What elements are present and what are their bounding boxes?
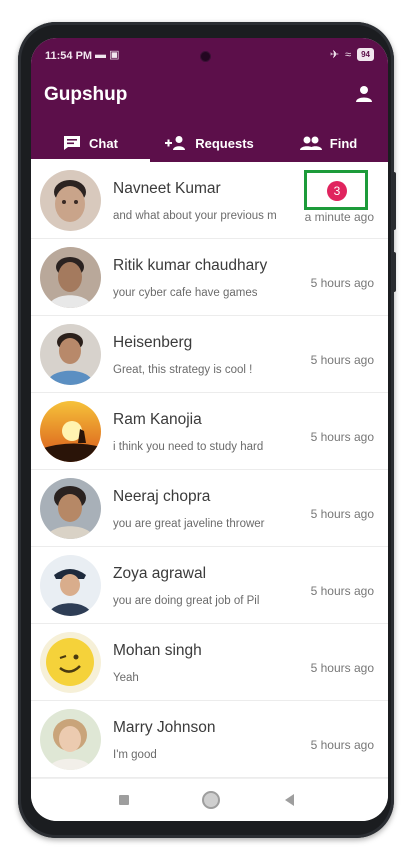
add-person-icon [165,136,186,150]
airplane-icon: ✈ [329,49,340,61]
avatar [40,632,101,693]
tab-requests-label: Requests [195,135,254,151]
chat-time: 5 hours ago [310,661,374,675]
chat-name: Zoya agrawal [113,565,207,582]
camera-cutout [200,51,211,62]
back-button[interactable] [285,794,294,806]
chat-name: Ritik kumar chaudhary [113,257,268,274]
avatar [40,478,101,539]
notification-icons: ▬ ▣ [95,48,119,61]
status-time: 11:54 PM [45,50,93,62]
chat-time: 5 hours ago [310,276,374,290]
avatar [40,709,101,770]
people-icon [299,136,322,150]
tab-find[interactable]: Find [269,124,388,162]
system-nav-bar [31,778,388,821]
chat-last-message: I'm good [113,749,157,761]
status-bar: 11:54 PM ▬ ▣ ✈ ≈ 94 [31,38,388,74]
avatar [40,247,101,308]
chat-row[interactable]: Navneet Kumar and what about your previo… [31,162,388,239]
highlight-box: 3 [304,170,368,210]
chat-name: Ram Kanojia [113,411,202,428]
battery-icon: 94 [357,48,374,61]
avatar [40,170,101,231]
screen: 11:54 PM ▬ ▣ ✈ ≈ 94 Gupshup Chat Request… [31,38,388,821]
power-button [392,252,396,292]
chat-notification-icon: ▣ [109,49,120,61]
chat-name: Marry Johnson [113,719,216,736]
chat-row[interactable]: Heisenberg Great, this strategy is cool … [31,316,388,393]
tab-find-label: Find [329,135,358,151]
chat-time: 5 hours ago [310,353,374,367]
app-bar: 11:54 PM ▬ ▣ ✈ ≈ 94 Gupshup Chat Request… [31,38,388,162]
chat-time: 5 hours ago [310,430,374,444]
chat-last-message: i think you need to study hard [113,441,264,453]
message-notification-icon: ▬ [95,49,106,61]
chat-name: Mohan singh [113,642,202,659]
chat-last-message: you are doing great job of Pil [113,595,260,607]
tab-requests[interactable]: Requests [150,124,269,162]
chat-icon [64,136,81,150]
wifi-icon: ≈ [345,48,352,61]
chat-last-message: and what about your previous m [113,210,277,222]
chat-row[interactable]: Zoya agrawal you are doing great job of … [31,547,388,624]
chat-row[interactable]: Mohan singh Yeah 5 hours ago [31,624,388,701]
status-right: ✈ ≈ 94 [330,48,374,61]
tab-chat-label: Chat [89,135,118,151]
chat-name: Navneet Kumar [113,180,221,197]
volume-button [392,172,396,230]
chat-time: 5 hours ago [310,738,374,752]
unread-badge: 3 [327,181,347,201]
chat-time: 5 hours ago [310,507,374,521]
tab-chat[interactable]: Chat [31,124,150,162]
chat-row[interactable]: Ritik kumar chaudhary your cyber cafe ha… [31,239,388,316]
chat-last-message: your cyber cafe have games [113,287,258,299]
avatar [40,324,101,385]
chat-time: a minute ago [302,210,374,224]
chat-last-message: Great, this strategy is cool ! [113,364,253,376]
app-title: Gupshup [44,84,128,105]
chat-time: 5 hours ago [310,584,374,598]
avatar [40,555,101,616]
chat-last-message: you are great javeline thrower [113,518,265,530]
chat-row[interactable]: Marry Johnson I'm good 5 hours ago [31,701,388,778]
chat-row[interactable]: Ram Kanojia i think you need to study ha… [31,393,388,470]
chat-row[interactable]: Neeraj chopra you are great javeline thr… [31,470,388,547]
chat-last-message: Yeah [113,672,139,684]
avatar [40,401,101,462]
tab-bar: Chat Requests Find [31,124,388,162]
chat-name: Heisenberg [113,334,193,351]
chat-list: Navneet Kumar and what about your previo… [31,162,388,778]
home-button[interactable] [202,791,220,809]
recents-button[interactable] [119,795,129,805]
profile-icon[interactable] [354,84,374,104]
chat-name: Neeraj chopra [113,488,211,505]
